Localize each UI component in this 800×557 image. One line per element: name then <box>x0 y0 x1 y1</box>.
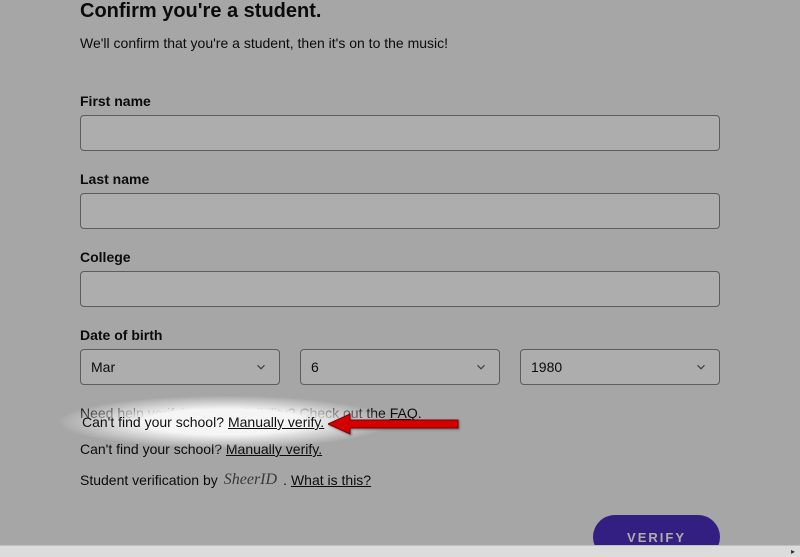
form-container: Confirm you're a student. We'll confirm … <box>80 0 720 557</box>
page-title: Confirm you're a student. <box>80 0 720 23</box>
page: Confirm you're a student. We'll confirm … <box>0 0 800 557</box>
page-subtitle: We'll confirm that you're a student, the… <box>80 35 720 51</box>
eligibility-text: Need help verifying your eligibility? Ch… <box>80 405 390 421</box>
dob-month-select[interactable]: Mar <box>80 349 280 385</box>
first-name-input[interactable] <box>80 115 720 151</box>
scroll-right-icon[interactable]: ▸ <box>786 546 800 557</box>
horizontal-scrollbar[interactable]: ▸ <box>0 545 800 557</box>
college-label: College <box>80 249 720 265</box>
eligibility-suffix: . <box>418 405 422 421</box>
college-input[interactable] <box>80 271 720 307</box>
verification-prefix: Student verification by <box>80 472 218 488</box>
verification-suffix: . <box>283 472 287 488</box>
verification-provider: Student verification by SheerID. What is… <box>80 471 720 489</box>
first-name-label: First name <box>80 93 720 109</box>
cant-find-help: Can't find your school? Manually verify. <box>80 441 720 457</box>
dob-day-value: 6 <box>300 349 500 385</box>
faq-link[interactable]: FAQ <box>390 405 418 421</box>
dob-group: Date of birth Mar 6 1980 <box>80 327 720 385</box>
dob-label: Date of birth <box>80 327 720 343</box>
first-name-group: First name <box>80 93 720 151</box>
dob-row: Mar 6 1980 <box>80 349 720 385</box>
last-name-group: Last name <box>80 171 720 229</box>
manually-verify-link[interactable]: Manually verify. <box>226 441 322 457</box>
dob-year-select[interactable]: 1980 <box>520 349 720 385</box>
cant-find-text: Can't find your school? <box>80 441 226 457</box>
dob-day-select[interactable]: 6 <box>300 349 500 385</box>
what-is-this-link[interactable]: What is this? <box>291 472 371 488</box>
last-name-input[interactable] <box>80 193 720 229</box>
dob-year-value: 1980 <box>520 349 720 385</box>
eligibility-help: Need help verifying your eligibility? Ch… <box>80 405 720 421</box>
college-group: College <box>80 249 720 307</box>
sheerid-logo: SheerID <box>224 471 277 489</box>
dob-month-value: Mar <box>80 349 280 385</box>
last-name-label: Last name <box>80 171 720 187</box>
